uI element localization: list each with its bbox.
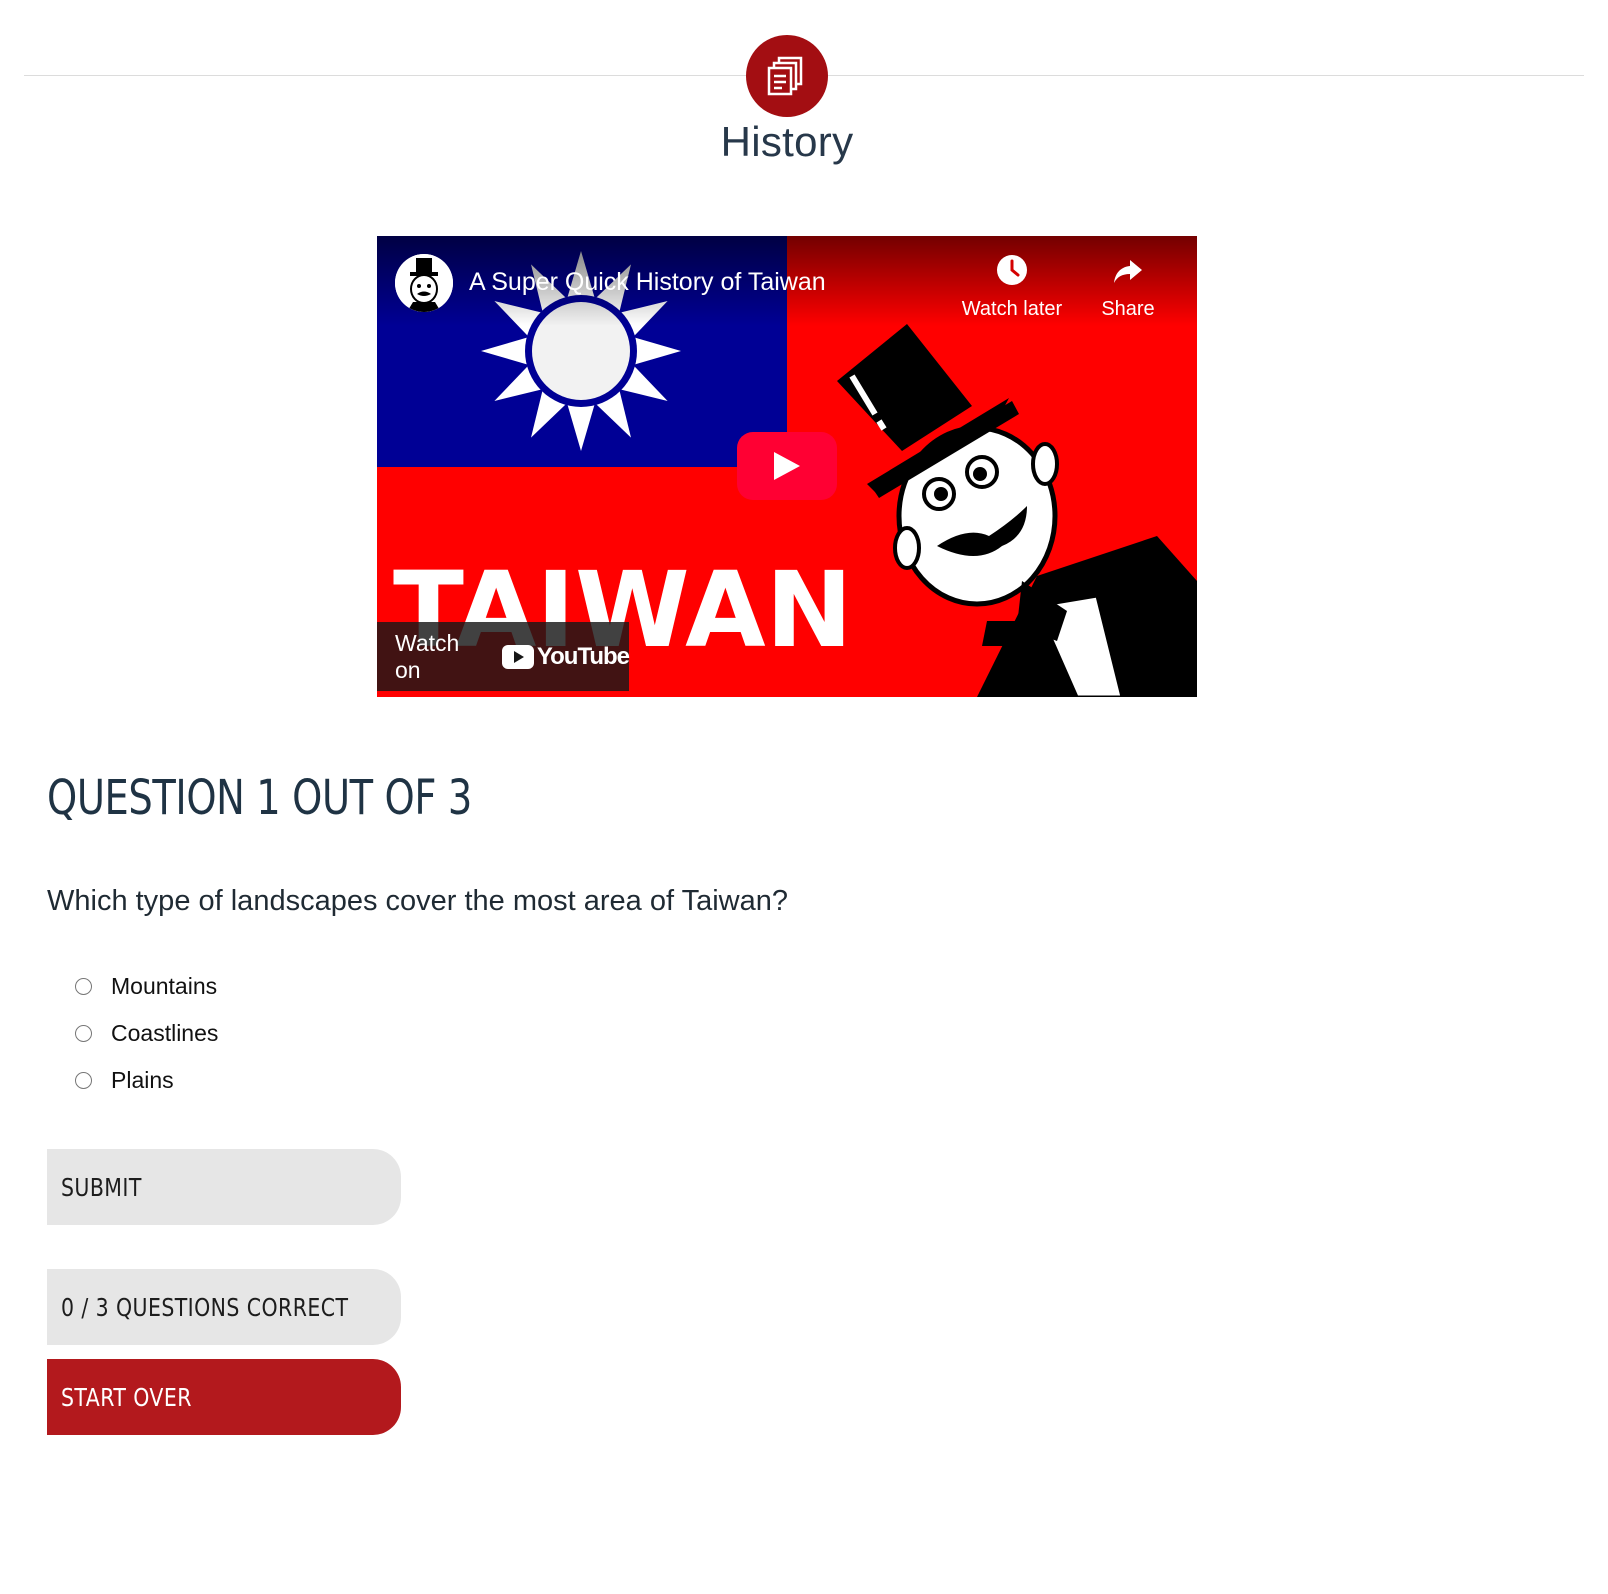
video-embed[interactable]: TAIWAN A Super Quick History of Taiwan W…: [377, 236, 1197, 697]
submit-button[interactable]: SUBMIT: [47, 1149, 401, 1225]
option-label: Plains: [111, 1067, 174, 1093]
option-mountains[interactable]: Mountains: [75, 973, 217, 1000]
option-label: Coastlines: [111, 1020, 219, 1046]
radio-button[interactable]: [75, 1025, 92, 1042]
watch-on-youtube-link[interactable]: Watch on YouTube: [377, 622, 630, 691]
submit-label: SUBMIT: [61, 1172, 142, 1202]
option-plains[interactable]: Plains: [75, 1067, 174, 1094]
youtube-play-icon: [501, 644, 534, 669]
youtube-wordmark: YouTube: [536, 642, 630, 670]
youtube-logo: YouTube: [501, 642, 630, 671]
stacked-documents-icon: [746, 35, 828, 117]
watch-later-label: Watch later: [961, 298, 1063, 320]
video-title[interactable]: A Super Quick History of Taiwan: [469, 268, 826, 297]
question-text: Which type of landscapes cover the most …: [47, 885, 788, 917]
clock-icon: [997, 255, 1027, 285]
option-coastlines[interactable]: Coastlines: [75, 1020, 218, 1047]
start-over-label: START OVER: [61, 1382, 192, 1412]
option-label: Mountains: [111, 973, 218, 999]
radio-button[interactable]: [75, 978, 92, 995]
watch-later-button[interactable]: Watch later: [952, 254, 1072, 321]
radio-button[interactable]: [75, 1072, 92, 1089]
page-title: History: [720, 118, 854, 165]
score-display: 0 / 3 QUESTIONS CORRECT: [47, 1269, 401, 1345]
play-icon: [774, 452, 800, 480]
share-arrow-icon: [1114, 260, 1142, 283]
share-label: Share: [1101, 298, 1155, 320]
watch-on-label: Watch on: [395, 629, 460, 683]
channel-avatar[interactable]: [395, 254, 453, 312]
share-button[interactable]: Share: [1068, 254, 1188, 321]
start-over-button[interactable]: START OVER: [47, 1359, 401, 1435]
score-label: 0 / 3 QUESTIONS CORRECT: [61, 1292, 349, 1322]
question-heading: QUESTION 1 OUT OF 3: [47, 770, 472, 826]
play-button[interactable]: [737, 432, 837, 500]
